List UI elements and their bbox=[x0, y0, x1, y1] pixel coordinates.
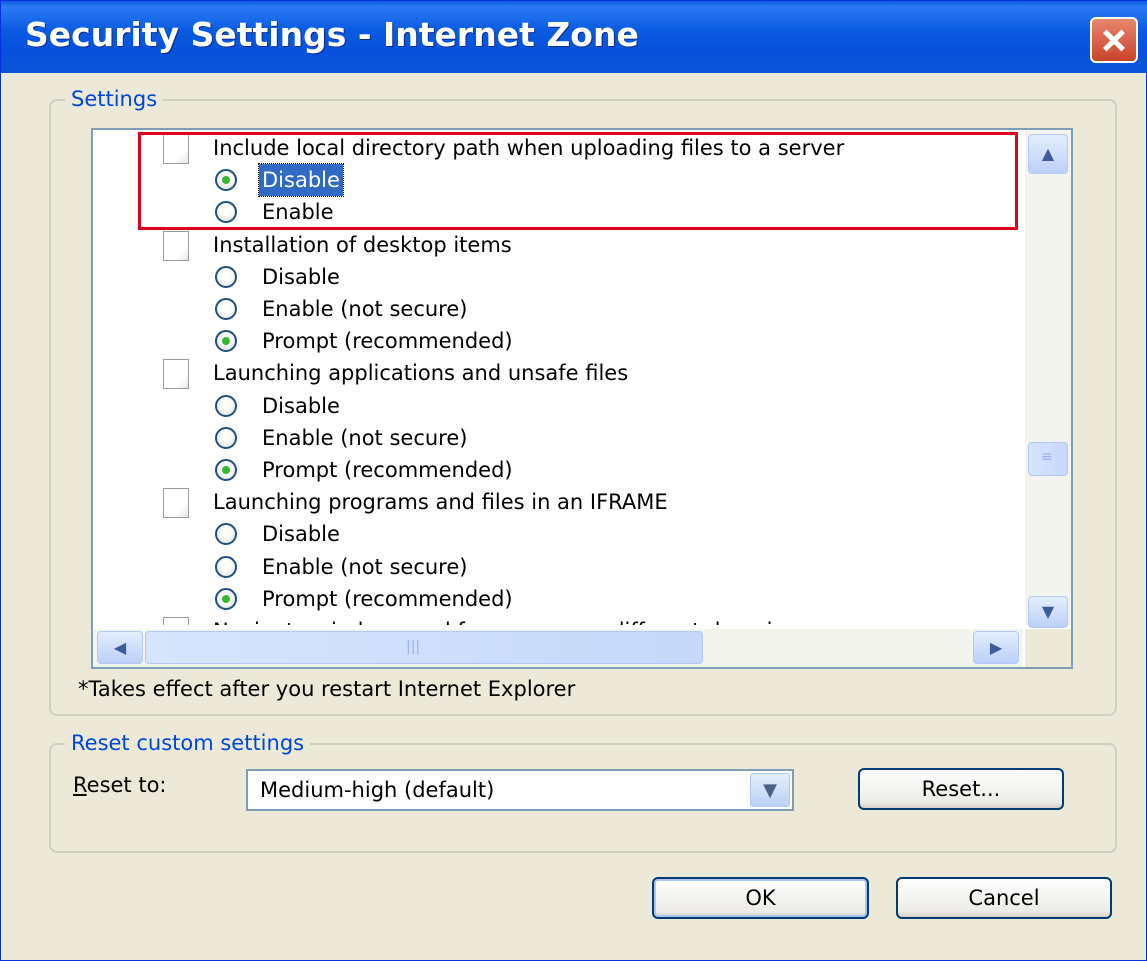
setting-option-label[interactable]: Prompt (recommended) bbox=[259, 454, 516, 486]
scrollbar-corner bbox=[1025, 629, 1071, 667]
setting-option-label[interactable]: Enable (not secure) bbox=[259, 551, 470, 583]
cancel-button[interactable]: Cancel bbox=[896, 877, 1112, 919]
document-icon bbox=[163, 359, 189, 390]
setting-option-label[interactable]: Enable (not secure) bbox=[259, 293, 470, 325]
reset-level-value: Medium-high (default) bbox=[260, 778, 495, 802]
horizontal-scroll-thumb[interactable]: ||| bbox=[145, 631, 703, 664]
reset-level-select[interactable]: Medium-high (default) ▼ bbox=[246, 769, 794, 811]
reset-group-title: Reset custom settings bbox=[65, 731, 311, 755]
document-icon bbox=[163, 488, 189, 519]
setting-heading-label: Launching programs and files in an IFRAM… bbox=[213, 490, 668, 515]
radio-unchecked-icon[interactable] bbox=[215, 523, 237, 546]
setting-heading-label: Navigate windows and frames across diffe… bbox=[213, 615, 797, 625]
scroll-right-button[interactable]: ▶ bbox=[973, 631, 1019, 664]
reset-button[interactable]: Reset... bbox=[858, 768, 1064, 810]
setting-option-label[interactable]: Enable (not secure) bbox=[259, 422, 470, 454]
vertical-scrollbar[interactable]: ▲ ≡ ▼ bbox=[1025, 130, 1071, 628]
radio-unchecked-icon[interactable] bbox=[215, 426, 237, 449]
radio-checked-icon[interactable] bbox=[215, 330, 237, 353]
scroll-up-button[interactable]: ▲ bbox=[1028, 134, 1068, 174]
setting-option-label[interactable]: Disable bbox=[259, 518, 343, 550]
document-icon bbox=[163, 230, 189, 261]
scroll-left-button[interactable]: ◀ bbox=[97, 631, 143, 664]
setting-option-label[interactable]: Disable bbox=[259, 390, 343, 422]
document-icon bbox=[163, 134, 189, 164]
radio-unchecked-icon[interactable] bbox=[215, 394, 237, 417]
setting-heading-label: Include local directory path when upload… bbox=[213, 136, 845, 160]
setting-option-label[interactable]: Enable bbox=[259, 196, 337, 228]
radio-unchecked-icon[interactable] bbox=[215, 201, 237, 224]
settings-list-content: Include local directory path when upload… bbox=[93, 130, 1023, 625]
setting-heading-label: Launching applications and unsafe files bbox=[213, 361, 629, 386]
setting-option-label[interactable]: Disable bbox=[258, 163, 344, 198]
radio-unchecked-icon[interactable] bbox=[215, 265, 237, 288]
chevron-down-icon[interactable]: ▼ bbox=[750, 773, 790, 807]
radio-unchecked-icon[interactable] bbox=[215, 298, 237, 320]
security-settings-dialog: Security Settings - Internet Zone Settin… bbox=[0, 0, 1147, 961]
radio-checked-icon[interactable] bbox=[215, 587, 237, 610]
reset-to-text: eset to: bbox=[86, 773, 167, 797]
window-title: Security Settings - Internet Zone bbox=[25, 15, 639, 54]
scroll-down-button[interactable]: ▼ bbox=[1028, 596, 1068, 628]
reset-to-mnemonic: R bbox=[73, 773, 87, 797]
settings-list[interactable]: Include local directory path when upload… bbox=[91, 128, 1073, 669]
settings-group-title: Settings bbox=[65, 87, 164, 111]
setting-option-label[interactable]: Prompt (recommended) bbox=[259, 583, 516, 615]
vertical-scroll-thumb[interactable]: ≡ bbox=[1028, 442, 1068, 476]
document-icon bbox=[163, 617, 189, 625]
setting-option-label[interactable]: Disable bbox=[259, 261, 343, 293]
close-icon[interactable] bbox=[1090, 17, 1138, 63]
setting-option-label[interactable]: Prompt (recommended) bbox=[259, 325, 516, 357]
thumb-grip-icon: ||| bbox=[406, 639, 421, 655]
title-bar[interactable]: Security Settings - Internet Zone bbox=[1, 1, 1147, 73]
radio-checked-icon[interactable] bbox=[215, 459, 237, 481]
radio-checked-icon[interactable] bbox=[215, 169, 237, 192]
ok-button[interactable]: OK bbox=[652, 877, 869, 919]
reset-to-label: Reset to: bbox=[73, 773, 167, 797]
setting-heading-label: Installation of desktop items bbox=[213, 232, 512, 257]
thumb-grip-icon: ≡ bbox=[1041, 449, 1053, 465]
horizontal-scrollbar[interactable]: ◀ ||| ▶ bbox=[93, 629, 1023, 667]
radio-unchecked-icon[interactable] bbox=[215, 555, 237, 578]
restart-note: *Takes effect after you restart Internet… bbox=[78, 677, 576, 701]
